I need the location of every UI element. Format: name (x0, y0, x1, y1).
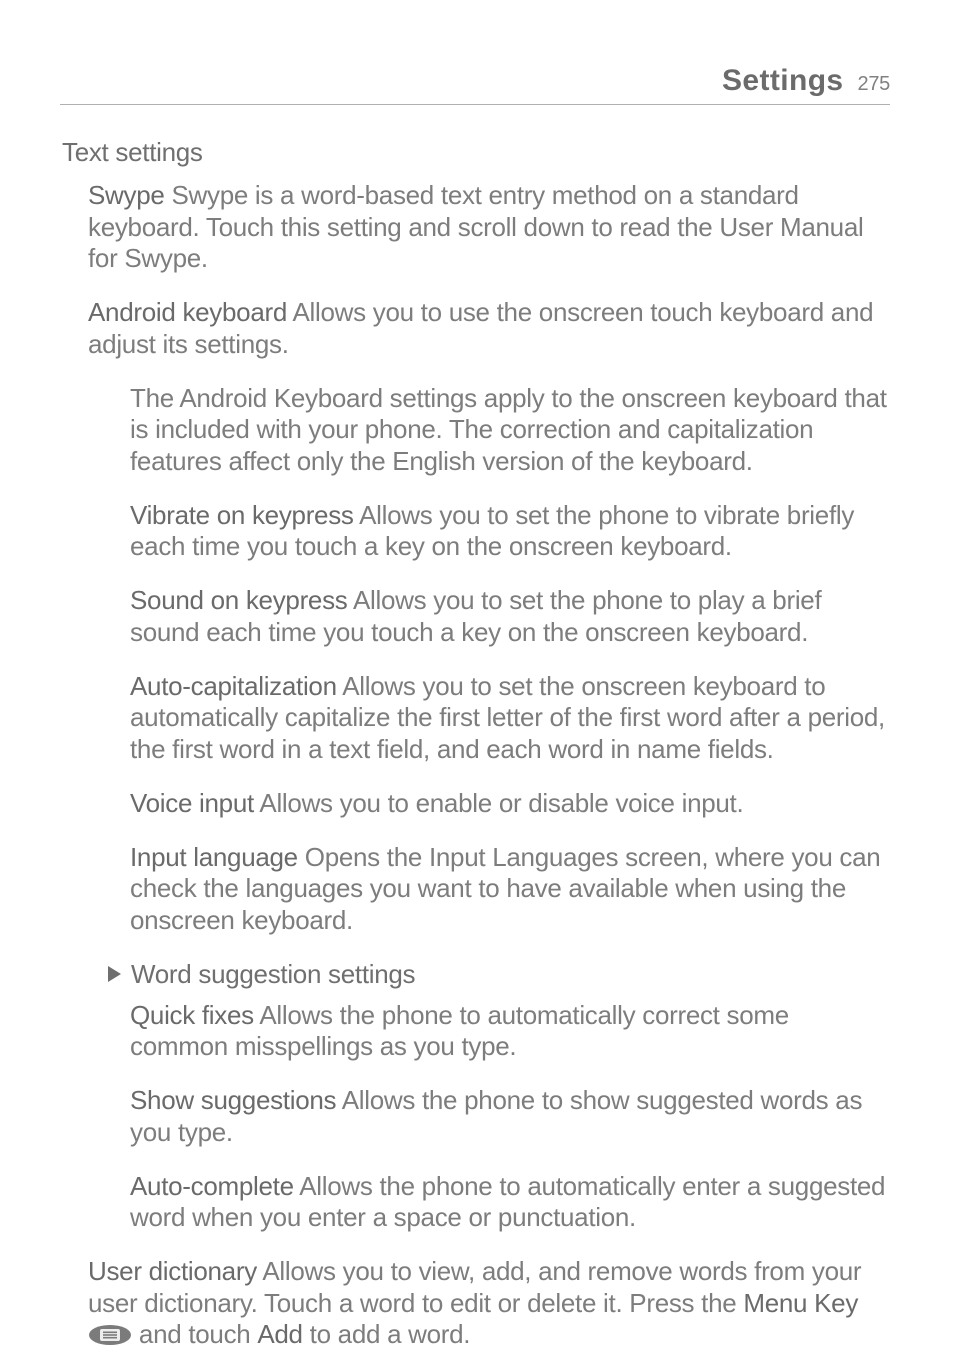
term-android-keyboard: Android keyboard (88, 297, 287, 327)
para-sound: Sound on keypress Allows you to set the … (130, 585, 890, 648)
term-auto-complete: Auto-complete (130, 1171, 294, 1201)
triangle-bullet-icon (108, 966, 121, 982)
body-voice-input: Allows you to enable or disable voice in… (254, 788, 743, 818)
para-auto-complete: Auto-complete Allows the phone to automa… (130, 1171, 890, 1234)
para-voice-input: Voice input Allows you to enable or disa… (130, 788, 890, 820)
term-user-dictionary: User dictionary (88, 1256, 257, 1286)
term-autocap: Auto-capitalization (130, 671, 337, 701)
para-input-language: Input language Opens the Input Languages… (130, 842, 890, 937)
para-android-keyboard-desc: The Android Keyboard settings apply to t… (130, 383, 890, 478)
para-user-dictionary: User dictionary Allows you to view, add,… (88, 1256, 890, 1351)
heading-word-suggestion: Word suggestion settings (108, 959, 890, 990)
term-swype: Swype (88, 180, 165, 210)
para-quick-fixes: Quick fixes Allows the phone to automati… (130, 1000, 890, 1063)
para-autocap: Auto-capitalization Allows you to set th… (130, 671, 890, 766)
term-show-suggestions: Show suggestions (130, 1085, 336, 1115)
term-add: Add (257, 1319, 302, 1349)
seg-user-dictionary-3: to add a word. (303, 1319, 471, 1349)
menu-key-icon (88, 1322, 132, 1344)
para-vibrate: Vibrate on keypress Allows you to set th… (130, 500, 890, 563)
heading-text-settings: Text settings (62, 137, 890, 168)
para-show-suggestions: Show suggestions Allows the phone to sho… (130, 1085, 890, 1148)
term-sound: Sound on keypress (130, 585, 348, 615)
term-vibrate: Vibrate on keypress (130, 500, 354, 530)
running-head: Settings 275 (60, 64, 890, 105)
seg-user-dictionary-2: and touch (132, 1319, 257, 1349)
term-quick-fixes: Quick fixes (130, 1000, 254, 1030)
term-menu-key: Menu Key (743, 1288, 858, 1318)
heading-word-suggestion-label: Word suggestion settings (131, 959, 415, 990)
section-title: Settings (722, 64, 844, 98)
page-number: 275 (858, 73, 890, 96)
term-input-language: Input language (130, 842, 298, 872)
para-swype: Swype Swype is a word-based text entry m… (88, 180, 890, 275)
page: Settings 275 Text settings Swype Swype i… (0, 0, 954, 1372)
para-android-keyboard: Android keyboard Allows you to use the o… (88, 297, 890, 360)
term-voice-input: Voice input (130, 788, 254, 818)
body-swype: Swype is a word-based text entry method … (88, 180, 863, 273)
